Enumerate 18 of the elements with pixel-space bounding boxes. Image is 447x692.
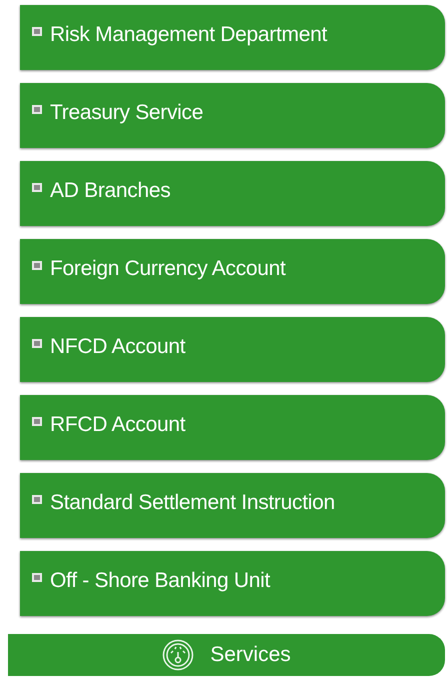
menu-item[interactable]: Foreign Currency Account xyxy=(20,239,445,304)
square-bullet-icon xyxy=(32,105,42,114)
menu-item[interactable]: NFCD Account xyxy=(20,317,445,382)
menu-item[interactable]: Treasury Service xyxy=(20,83,445,148)
square-bullet-icon xyxy=(32,339,42,348)
menu-item[interactable]: Standard Settlement Instruction xyxy=(20,473,445,538)
square-bullet-icon xyxy=(32,495,42,504)
square-bullet-icon xyxy=(32,183,42,192)
menu-item[interactable]: RFCD Account xyxy=(20,395,445,460)
gauge-icon xyxy=(162,639,194,671)
square-bullet-icon xyxy=(32,27,42,36)
menu-item[interactable]: Risk Management Department xyxy=(20,5,445,70)
square-bullet-icon xyxy=(32,417,42,426)
square-bullet-icon xyxy=(32,573,42,582)
services-button[interactable]: Services xyxy=(8,634,445,676)
square-bullet-icon xyxy=(32,261,42,270)
menu-item[interactable]: AD Branches xyxy=(20,161,445,226)
menu-item[interactable]: Off - Shore Banking Unit xyxy=(20,551,445,616)
